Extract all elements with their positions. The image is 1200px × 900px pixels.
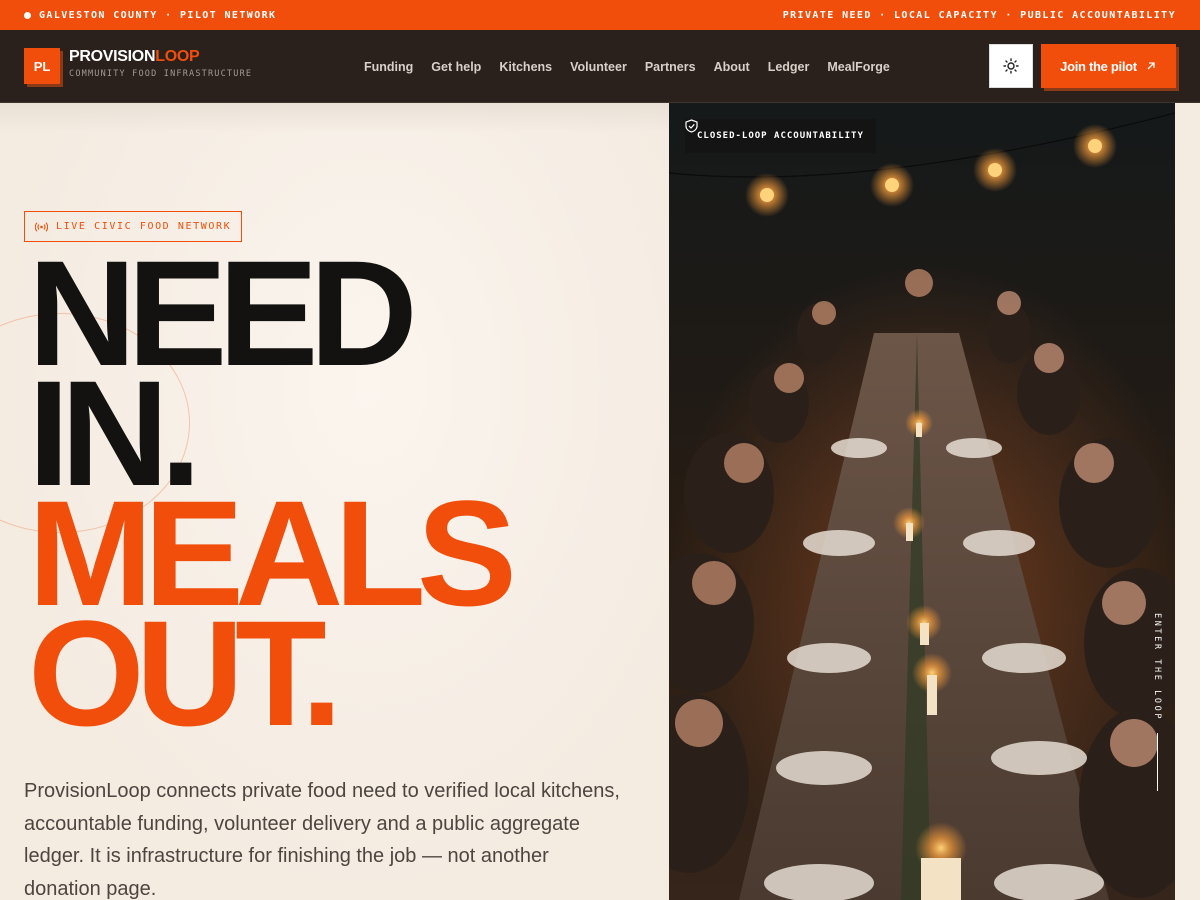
hero-photo-dinner-table: CLOSED-LOOP ACCOUNTABILITY ENTER THE LOO…: [669, 103, 1175, 900]
join-pilot-label: Join the pilot: [1060, 58, 1137, 74]
announcement-tagline: PRIVATE NEED · LOCAL CAPACITY · PUBLIC A…: [782, 9, 1176, 21]
shield-check-icon: [685, 119, 698, 133]
nav-kitchens[interactable]: Kitchens: [499, 60, 552, 74]
site-header: PL PROVISIONLOOP COMMUNITY FOOD INFRASTR…: [0, 30, 1200, 103]
live-dot-icon: [24, 11, 31, 19]
nav-funding[interactable]: Funding: [364, 60, 413, 74]
header-shadow: [0, 103, 669, 133]
announcement-left: GALVESTON COUNTY · PILOT NETWORK: [24, 0, 276, 30]
theme-toggle-button[interactable]: [989, 44, 1033, 88]
closed-loop-badge-label: CLOSED-LOOP ACCOUNTABILITY: [697, 131, 864, 141]
hero-description: ProvisionLoop connects private food need…: [24, 780, 620, 900]
main-nav: Funding Get help Kitchens Volunteer Part…: [355, 30, 899, 103]
nav-volunteer[interactable]: Volunteer: [570, 60, 627, 74]
brand-name-part1: PROVISION: [69, 48, 156, 65]
logo-mark[interactable]: PL: [24, 48, 60, 84]
arrow-up-right-icon: [1147, 62, 1155, 70]
closed-loop-badge: CLOSED-LOOP ACCOUNTABILITY: [685, 119, 876, 153]
nav-ledger[interactable]: Ledger: [768, 60, 810, 74]
nav-mealforge[interactable]: MealForge: [827, 60, 890, 74]
sun-icon: [1003, 58, 1019, 74]
hero-headline: NEED IN. MEALS OUT.: [28, 238, 517, 748]
announcement-bar: GALVESTON COUNTY · PILOT NETWORK PRIVATE…: [0, 0, 1200, 30]
brand-name: PROVISIONLOOP: [69, 48, 252, 66]
brand-name-part2: LOOP: [155, 48, 200, 65]
enter-loop-link[interactable]: ENTER THE LOOP: [1147, 613, 1167, 792]
brand-tagline: COMMUNITY FOOD INFRASTRUCTURE: [69, 69, 253, 79]
page-gutter: [1175, 103, 1200, 900]
nav-about[interactable]: About: [714, 60, 750, 74]
join-pilot-button[interactable]: Join the pilot: [1041, 44, 1176, 88]
enter-loop-label: ENTER THE LOOP: [1152, 613, 1162, 722]
hero-section: LIVE CIVIC FOOD NETWORK NEED IN. MEALS O…: [0, 103, 669, 900]
logo-mark-text: PL: [33, 58, 51, 74]
enter-loop-line: [1156, 733, 1158, 792]
nav-partners[interactable]: Partners: [645, 60, 696, 74]
dinner-table-illustration: [669, 112, 1175, 900]
nav-get-help[interactable]: Get help: [431, 60, 481, 74]
announcement-right: PRIVATE NEED · LOCAL CAPACITY · PUBLIC A…: [783, 0, 1176, 30]
announcement-location: GALVESTON COUNTY · PILOT NETWORK: [39, 9, 277, 21]
brand[interactable]: PROVISIONLOOP COMMUNITY FOOD INFRASTRUCT…: [69, 48, 252, 79]
